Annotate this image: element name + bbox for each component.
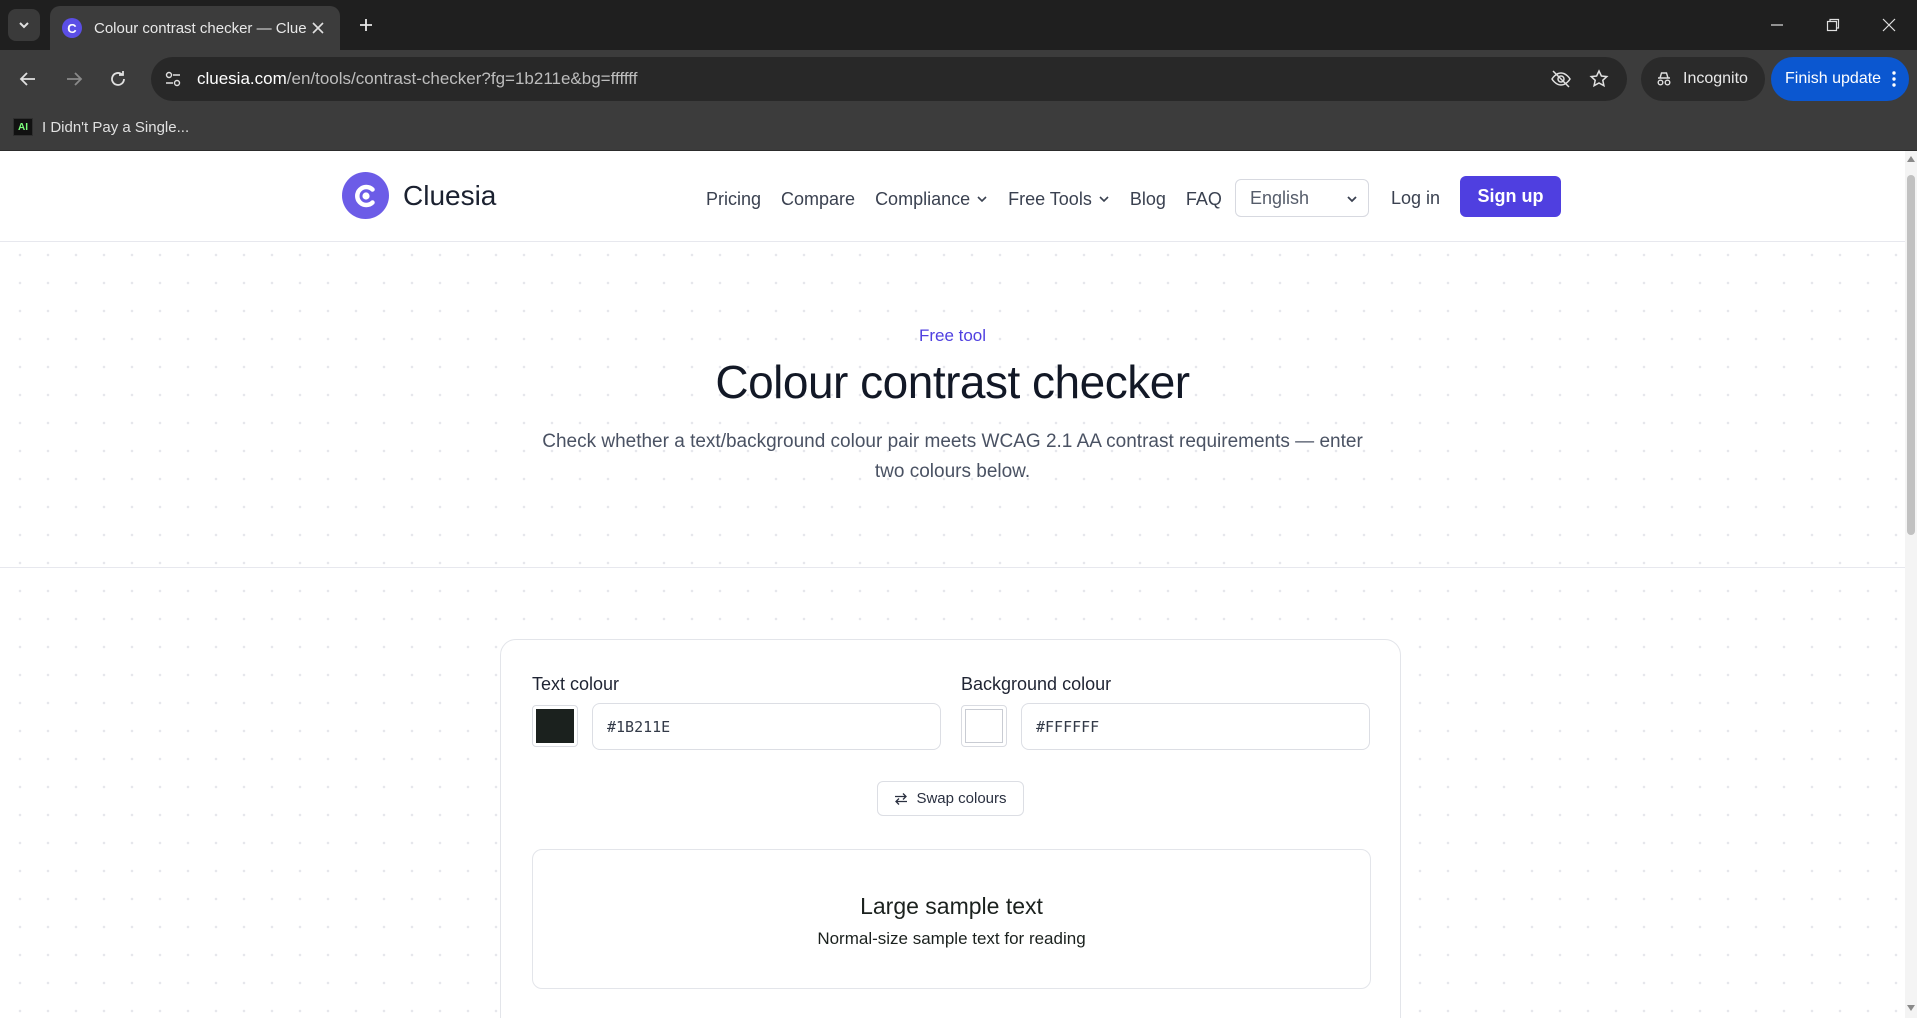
restore-icon	[1826, 18, 1840, 32]
background-colour-swatch[interactable]	[961, 705, 1007, 747]
star-icon	[1589, 69, 1609, 88]
chevron-down-icon	[977, 196, 987, 203]
nav-compliance-label: Compliance	[875, 188, 971, 209]
page-scrollbar[interactable]	[1905, 151, 1917, 1018]
tab-title: Colour contrast checker — Cluesia	[94, 19, 306, 37]
page-title: Colour contrast checker	[715, 356, 1190, 408]
plus-icon	[360, 19, 372, 31]
language-value: English	[1250, 187, 1310, 208]
nav-faq[interactable]: FAQ	[1186, 189, 1222, 210]
nav-pricing[interactable]: Pricing	[706, 189, 761, 210]
swap-colours-label: Swap colours	[916, 790, 1007, 807]
main-nav: Pricing Compare Compliance Free Tools Bl…	[706, 179, 1242, 219]
eye-off-icon	[1551, 70, 1571, 88]
bookmark-item[interactable]: AI I Didn't Pay a Single...	[13, 118, 189, 136]
site-settings-button[interactable]	[161, 67, 185, 91]
url-text: cluesia.com/en/tools/contrast-checker?fg…	[197, 69, 637, 89]
hero-section: Free tool Colour contrast checker Check …	[0, 242, 1905, 568]
tune-icon	[165, 71, 181, 87]
scrollbar-thumb[interactable]	[1907, 175, 1915, 535]
nav-compare[interactable]: Compare	[781, 189, 855, 210]
forward-button[interactable]	[58, 63, 90, 95]
cluesia-favicon-icon: C	[62, 18, 82, 38]
language-select[interactable]: English	[1235, 179, 1369, 217]
nav-blog[interactable]: Blog	[1130, 189, 1166, 210]
reload-button[interactable]	[102, 63, 134, 95]
sample-preview: Large sample text Normal-size sample tex…	[532, 849, 1371, 989]
reload-icon	[111, 71, 125, 86]
finish-update-button[interactable]: Finish update	[1771, 57, 1909, 101]
restore-button[interactable]	[1805, 0, 1861, 50]
scroll-down-arrow-icon[interactable]	[1906, 1003, 1916, 1013]
chevron-down-icon	[1347, 196, 1357, 203]
background-colour-swatch-fill	[965, 709, 1003, 743]
hero-subtitle: Check whether a text/background colour p…	[542, 431, 1363, 482]
bookmark-label: I Didn't Pay a Single...	[42, 118, 190, 136]
arrow-left-icon	[19, 72, 35, 86]
incognito-label: Incognito	[1683, 70, 1748, 87]
scroll-up-arrow-icon[interactable]	[1906, 154, 1916, 164]
bookmark-star-button[interactable]	[1587, 67, 1611, 91]
minimize-icon	[1771, 24, 1783, 26]
cluesia-logo-icon	[342, 172, 389, 219]
browser-tab[interactable]: C Colour contrast checker — Cluesia	[50, 6, 340, 50]
minimize-button[interactable]	[1749, 0, 1805, 50]
chevron-down-icon	[19, 22, 29, 29]
bookmarks-bar: AI I Didn't Pay a Single...	[0, 108, 1917, 151]
tab-list-button[interactable]	[8, 9, 40, 41]
login-link[interactable]: Log in	[1391, 188, 1440, 209]
chevron-down-icon	[1099, 196, 1109, 203]
close-icon	[312, 22, 324, 34]
contrast-checker-card: Text colour #1B211E Background colour #F…	[500, 639, 1401, 1018]
finish-update-label: Finish update	[1785, 70, 1882, 87]
url-path: /en/tools/contrast-checker?fg=1b211e&bg=…	[286, 69, 638, 88]
page-viewport: Cluesia Pricing Compare Compliance Free …	[0, 151, 1905, 1018]
background-colour-label: Background colour	[961, 674, 1112, 694]
swap-colours-button[interactable]: Swap colours	[877, 781, 1024, 816]
tracking-protection-button[interactable]	[1549, 67, 1573, 91]
large-sample-text: Large sample text	[860, 893, 1043, 919]
nav-compliance[interactable]: Compliance	[875, 189, 988, 210]
tab-close-button[interactable]	[308, 18, 328, 38]
nav-free-tools-label: Free Tools	[1008, 188, 1092, 209]
browser-tab-bar: C Colour contrast checker — Cluesia	[0, 0, 1917, 50]
hero-eyebrow: Free tool	[918, 326, 987, 345]
incognito-icon	[1657, 72, 1671, 86]
arrow-right-icon	[67, 72, 83, 86]
text-colour-swatch-fill	[536, 709, 574, 743]
text-colour-swatch[interactable]	[532, 705, 578, 747]
incognito-indicator[interactable]: Incognito	[1641, 57, 1765, 101]
back-button[interactable]	[12, 63, 44, 95]
new-tab-button[interactable]	[350, 9, 382, 41]
browser-toolbar: cluesia.com/en/tools/contrast-checker?fg…	[0, 50, 1917, 108]
text-colour-label: Text colour	[532, 674, 620, 694]
text-colour-input[interactable]: #1B211E	[592, 703, 941, 750]
close-icon	[1882, 18, 1896, 32]
window-close-button[interactable]	[1861, 0, 1917, 50]
swap-icon	[895, 792, 908, 805]
bookmark-favicon-icon: AI	[13, 118, 33, 136]
normal-sample-text: Normal-size sample text for reading	[817, 929, 1086, 948]
address-bar[interactable]: cluesia.com/en/tools/contrast-checker?fg…	[151, 57, 1627, 101]
brand-logo[interactable]: Cluesia	[342, 172, 496, 219]
background-colour-input[interactable]: #FFFFFF	[1021, 703, 1370, 750]
nav-free-tools[interactable]: Free Tools	[1008, 189, 1110, 210]
more-vert-icon	[1892, 71, 1896, 87]
signup-button[interactable]: Sign up	[1460, 176, 1561, 217]
site-header: Cluesia Pricing Compare Compliance Free …	[0, 151, 1905, 242]
brand-name: Cluesia	[403, 179, 497, 211]
url-host: cluesia.com	[197, 69, 287, 88]
